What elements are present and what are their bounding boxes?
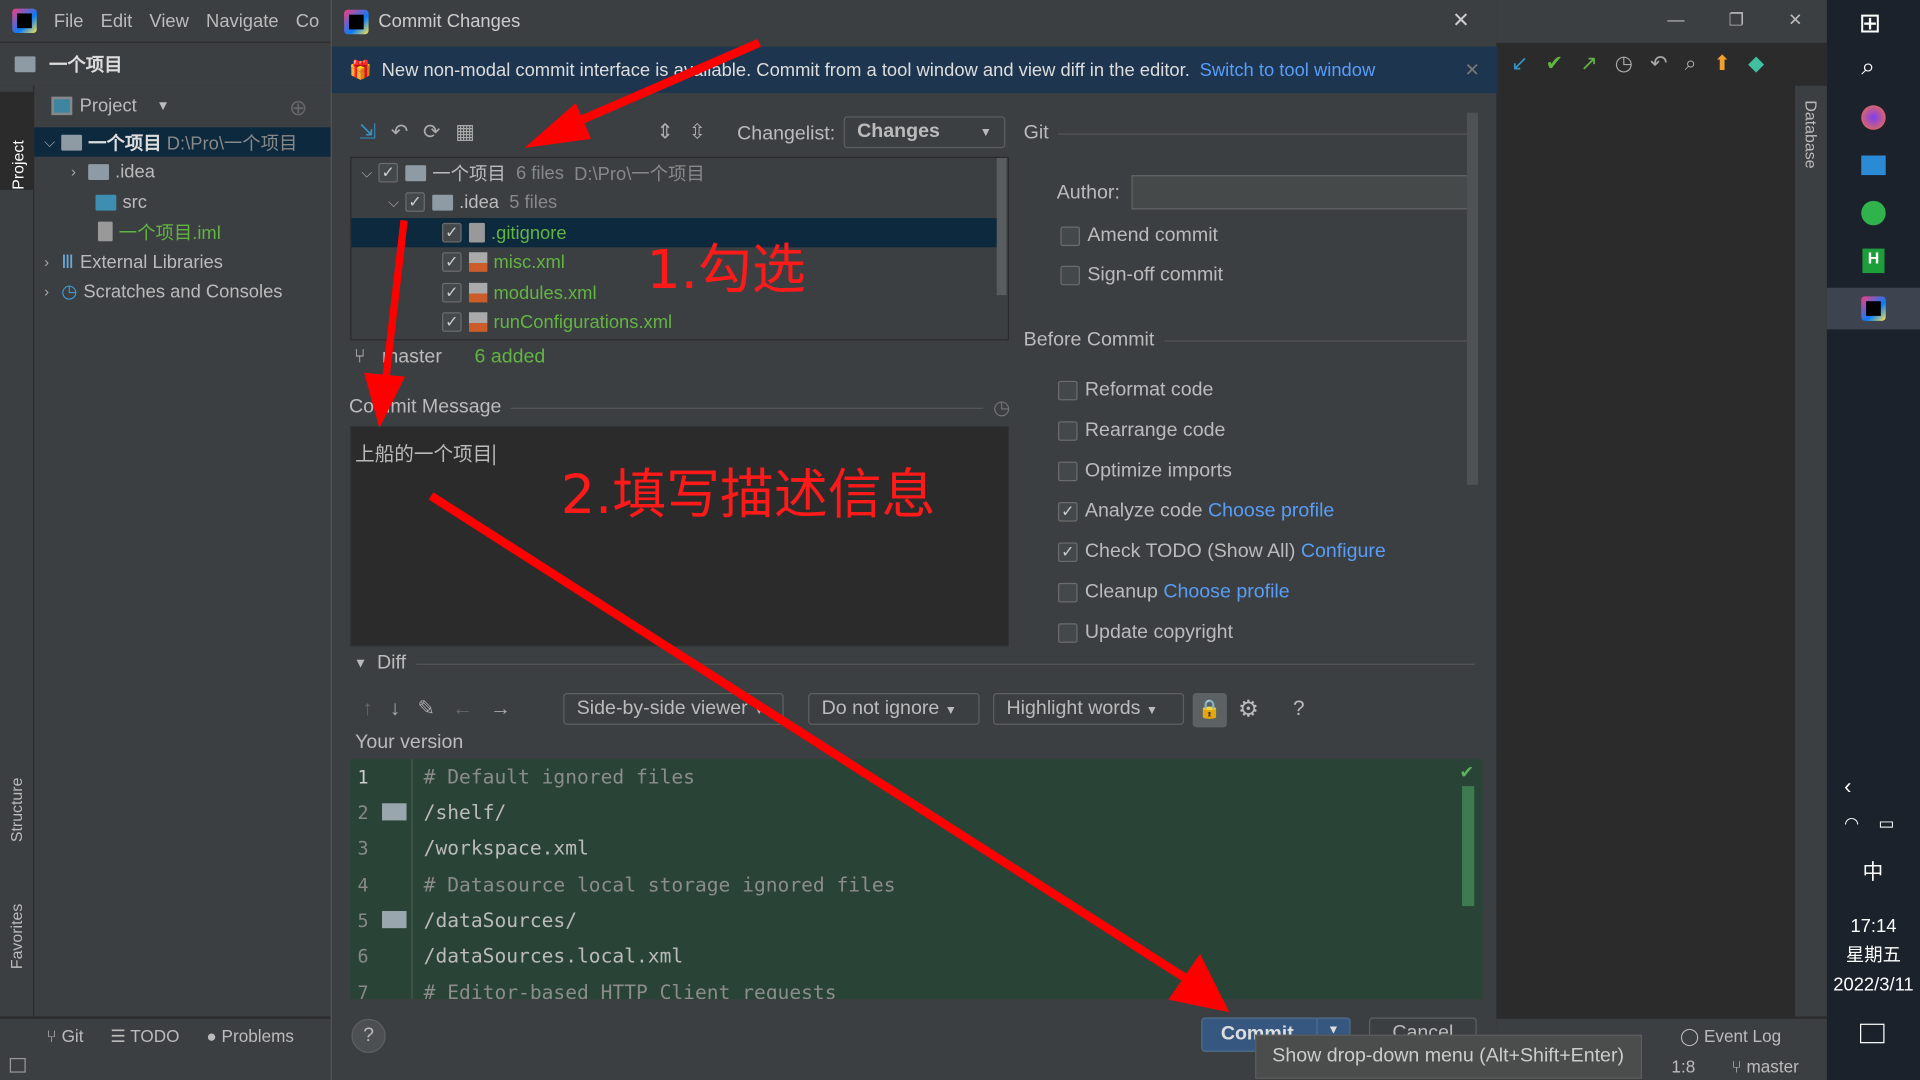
arrow-3-head	[1168, 953, 1230, 1013]
arrow-2-head	[364, 372, 406, 428]
annotation-step2: 2.填写描述信息	[560, 464, 936, 527]
arrow-1-shaft	[573, 38, 761, 127]
arrow-3-shaft	[428, 492, 1191, 984]
annotation-step1: 1.勾选	[646, 238, 806, 302]
arrow-2-shaft	[382, 219, 408, 381]
arrow-1-head	[524, 103, 592, 148]
annotation-arrows	[364, 38, 1230, 1013]
